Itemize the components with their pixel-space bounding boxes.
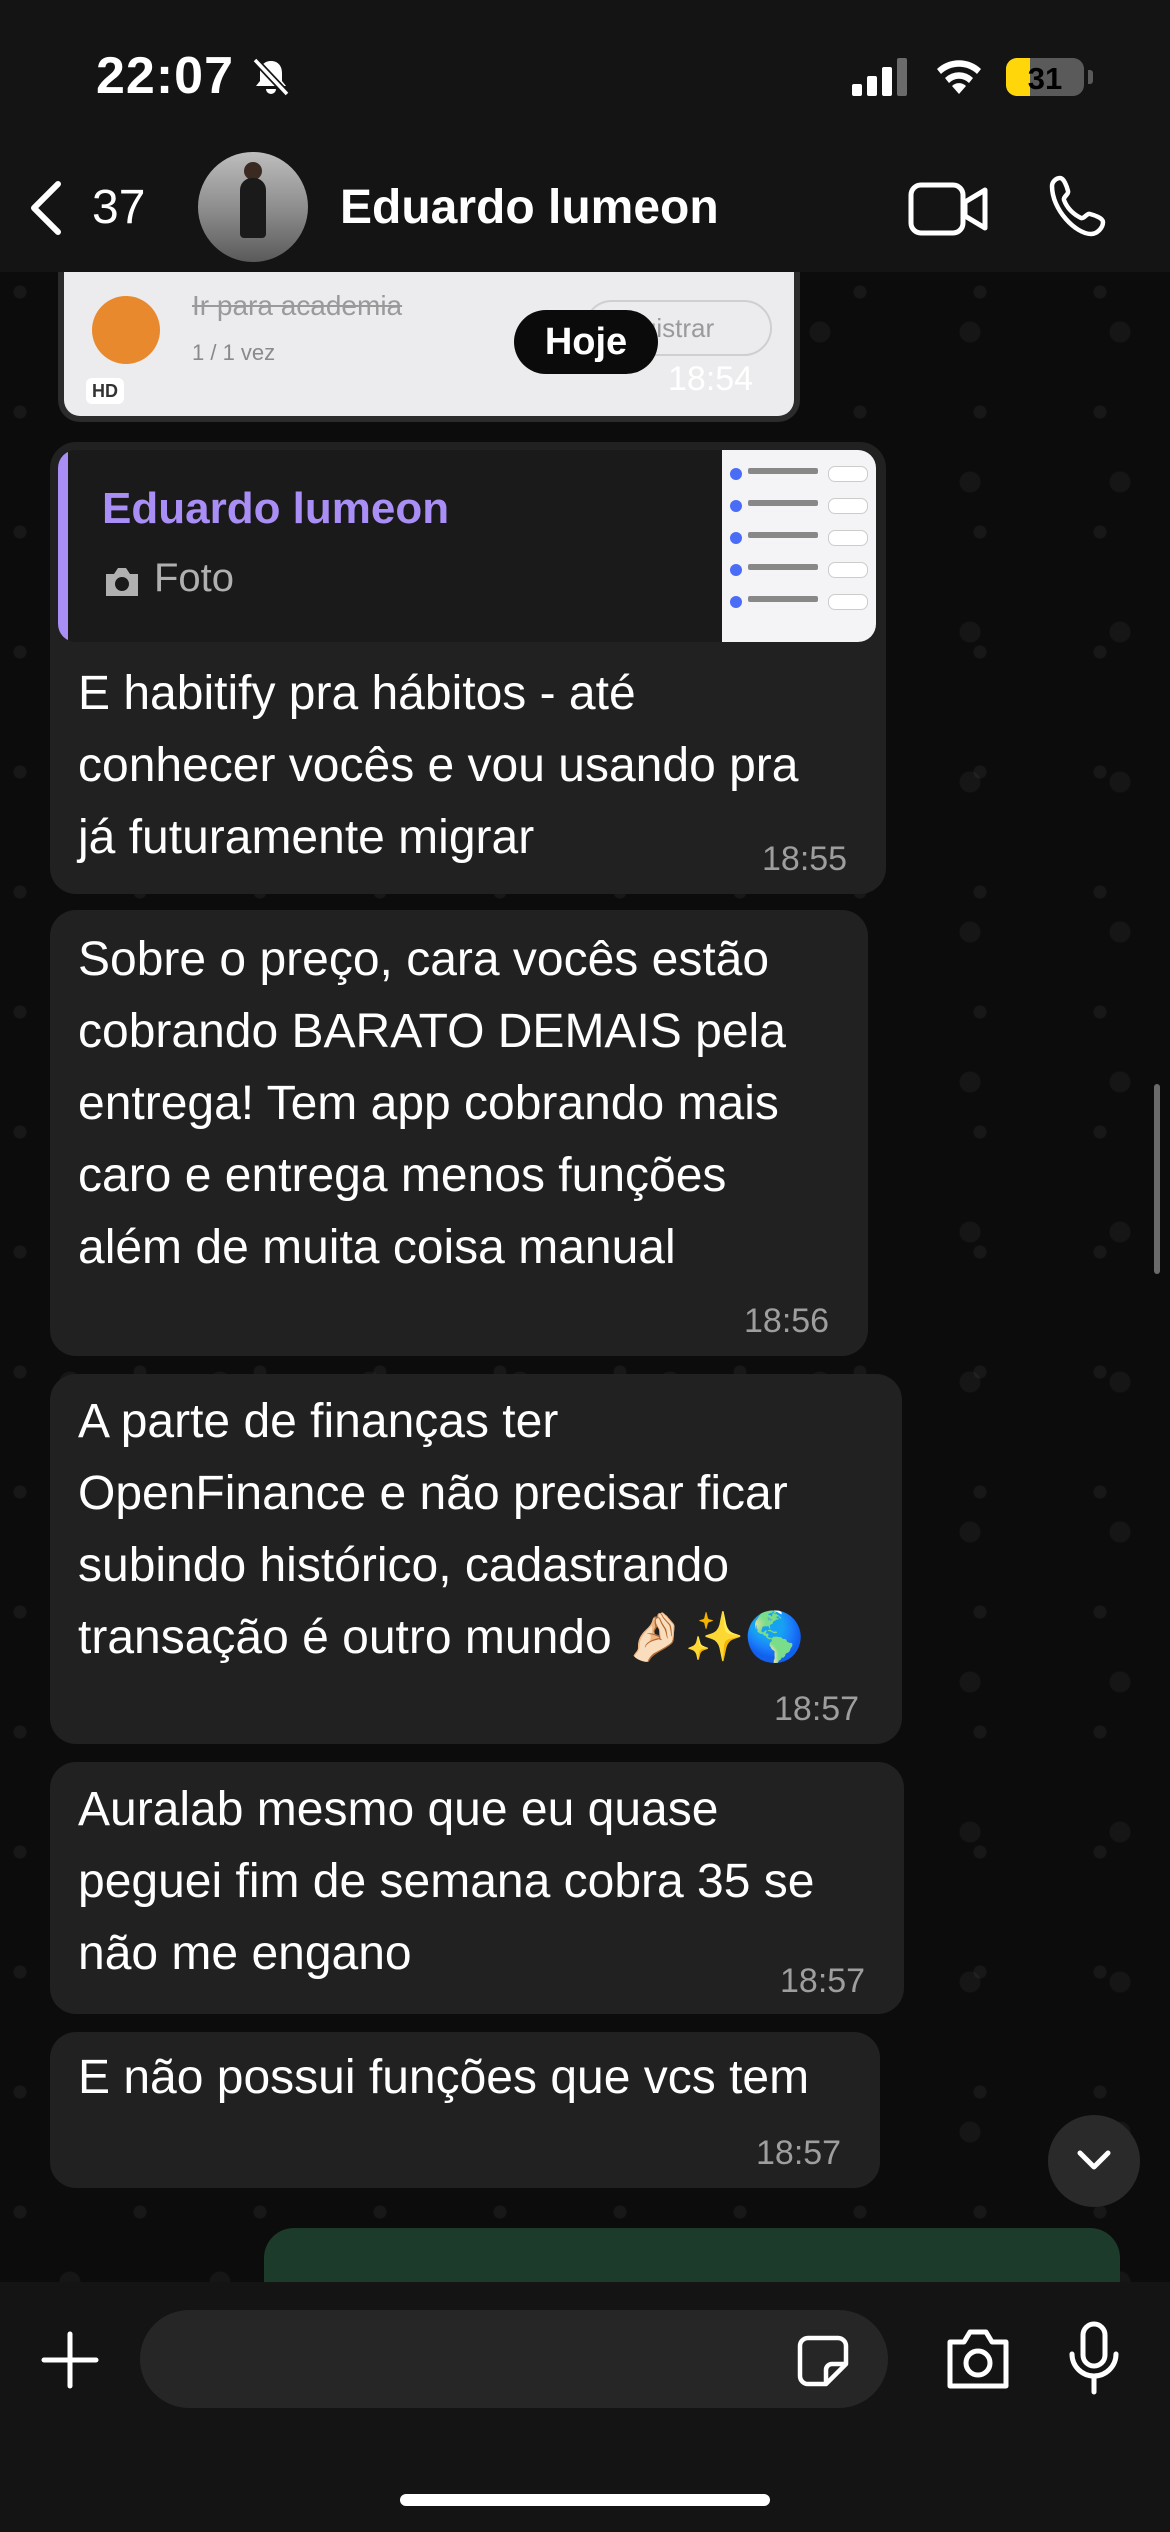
microphone-icon[interactable]: [1066, 2320, 1122, 2396]
thumbnail-row: [730, 496, 868, 518]
status-time: 22:07: [96, 47, 234, 105]
camera-small-icon: [106, 568, 138, 596]
plus-icon[interactable]: [40, 2330, 100, 2390]
message-text: A parte de finanças ter OpenFinance e nã…: [78, 1395, 805, 1664]
message-text: Sobre o preço, cara vocês estão cobrando…: [78, 933, 786, 1274]
habit-count: 1 / 1 vez: [192, 340, 276, 365]
home-indicator: [400, 2494, 770, 2506]
outgoing-message-partial[interactable]: [264, 2228, 1120, 2288]
scroll-indicator[interactable]: [1154, 1084, 1160, 1274]
message-time: 18:55: [762, 840, 848, 878]
wifi-icon: [937, 60, 981, 94]
thumbnail-row: [730, 528, 868, 550]
sticker-icon[interactable]: [796, 2334, 850, 2388]
scroll-to-bottom-button[interactable]: [1048, 2115, 1140, 2207]
back-chevron-icon[interactable]: [26, 178, 66, 238]
battery-level-text: 31: [1027, 61, 1063, 96]
hd-badge: HD: [86, 378, 124, 404]
battery-tip: [1088, 70, 1093, 84]
chat-header: 37 Eduardo lumeon: [0, 150, 1170, 272]
avatar-figure: [240, 178, 266, 238]
day-separator: Hoje: [514, 310, 658, 374]
quote-media-type: Foto: [154, 556, 235, 600]
habit-title: Ir para academia: [192, 290, 403, 321]
video-call-icon[interactable]: [908, 180, 990, 238]
message-time: 18:57: [756, 2134, 842, 2172]
image-message-partial[interactable]: Ir para academia 1 / 1 vez gistrar HD 18…: [58, 272, 800, 422]
message-text: E habitify pra hábitos - até conhecer vo…: [78, 667, 799, 864]
chevron-down-icon: [1077, 2150, 1111, 2170]
phone-call-icon[interactable]: [1046, 174, 1112, 240]
quote-author: Eduardo lumeon: [102, 484, 450, 533]
thumbnail-row: [730, 560, 868, 582]
quoted-message[interactable]: Eduardo lumeon Foto: [58, 450, 876, 642]
cellular-signal-icon: [852, 58, 907, 96]
message-time: 18:57: [774, 1690, 860, 1728]
quote-accent-bar: [58, 450, 68, 642]
message-text: Auralab mesmo que eu quase peguei fim de…: [78, 1783, 815, 1980]
thumbnail-row: [730, 592, 868, 614]
camera-icon[interactable]: [942, 2326, 1014, 2392]
unread-count[interactable]: 37: [92, 180, 145, 235]
contact-avatar[interactable]: [198, 152, 308, 262]
message-input[interactable]: [140, 2310, 888, 2408]
message-time: 18:56: [744, 1302, 830, 1340]
message-time: 18:57: [780, 1962, 866, 2000]
quote-thumbnail: [722, 450, 876, 642]
habit-icon: [92, 296, 160, 364]
battery-indicator: 31: [1006, 58, 1084, 96]
bell-slash-icon: [252, 57, 290, 97]
status-bar: 22:07 31: [0, 0, 1170, 150]
contact-name[interactable]: Eduardo lumeon: [340, 180, 719, 235]
message-text: E não possui funções que vcs tem: [78, 2051, 810, 2104]
message-time: 18:54: [668, 360, 754, 398]
thumbnail-row: [730, 464, 868, 486]
